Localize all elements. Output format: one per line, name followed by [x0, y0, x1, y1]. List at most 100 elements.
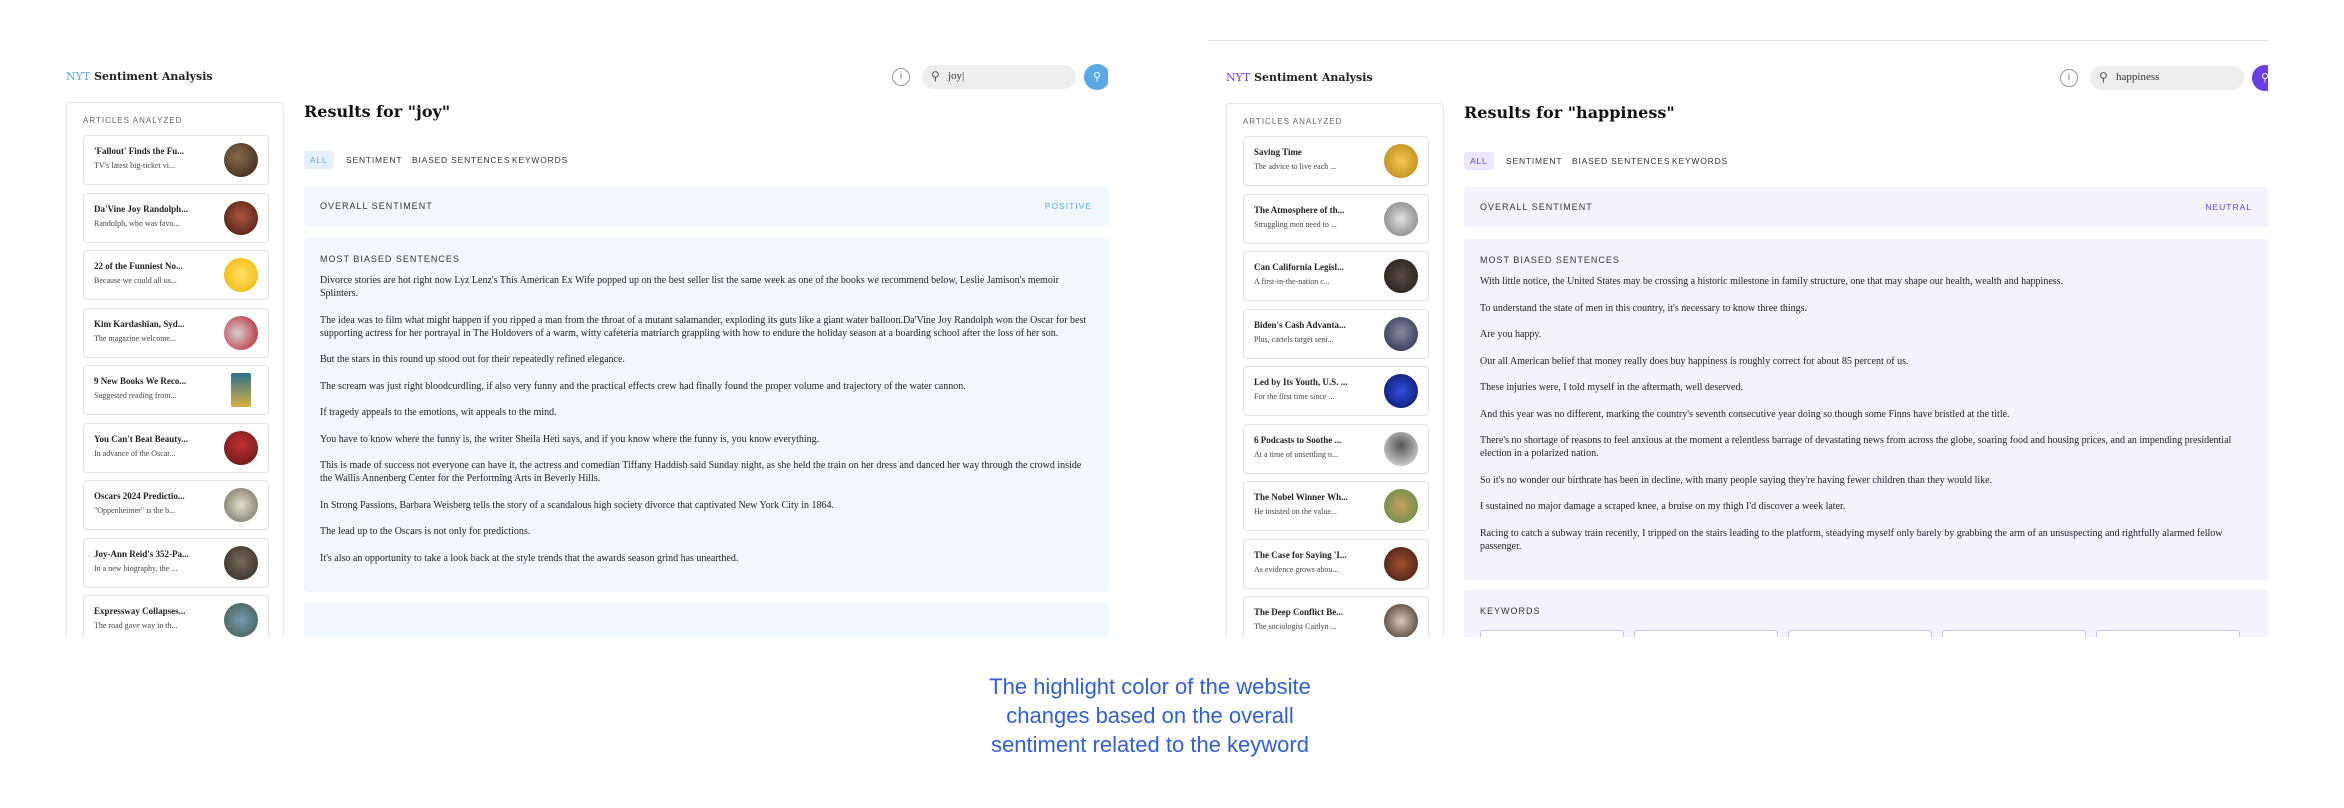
- caption-line: changes based on the overall: [1006, 703, 1294, 728]
- article-card[interactable]: The Atmosphere of th... Struggling men ne…: [1243, 193, 1429, 244]
- article-thumbnail: [1384, 604, 1418, 637]
- search-icon: ⚲: [2099, 70, 2108, 84]
- results-main: Results for "happiness" ALL SENTIMENT BI…: [1464, 103, 2268, 637]
- biased-sentence: I sustained no major damage a scraped kn…: [1480, 501, 1846, 512]
- article-card[interactable]: Expressway Collapses... The road gave way…: [83, 595, 269, 637]
- biased-sentence: Divorce stories are hot right now Lyz Le…: [320, 275, 1059, 299]
- article-card[interactable]: The Deep Conflict Be... The sociologist C…: [1243, 596, 1429, 637]
- search-button[interactable]: ⚲: [1084, 64, 1108, 90]
- tab-sentiment[interactable]: SENTIMENT: [1500, 152, 1568, 170]
- biased-sentence: And this year was no different, marking …: [1480, 408, 2010, 420]
- biased-sentence: The scream was just right bloodcurdling,…: [320, 380, 966, 392]
- sidebar-title: ARTICLES ANALYZED: [1243, 117, 1343, 126]
- article-snippet: The advice to live each ...: [1254, 162, 1337, 171]
- tab-biased-sentences[interactable]: BIASED SENTENCES: [1566, 152, 1676, 170]
- article-title: 22 of the Funniest No...: [94, 261, 183, 271]
- joy-panel: NYT Sentiment Analysis i ⚲ joy| ⚲ ARTICL…: [48, 40, 1108, 637]
- article-card[interactable]: The Nobel Winner Wh... He insisted on the…: [1243, 481, 1429, 531]
- overall-sentiment-box: OVERALL SENTIMENT NEUTRAL: [1464, 187, 2268, 227]
- article-snippet: TV's latest big-ticket vi...: [94, 161, 175, 170]
- article-thumbnail: [1384, 201, 1418, 236]
- caption-line: sentiment related to the keyword: [991, 732, 1309, 757]
- article-card[interactable]: You Can't Beat Beauty... In advance of th…: [83, 422, 269, 473]
- article-snippet: He insisted on the value...: [1254, 507, 1337, 516]
- tab-sentiment[interactable]: SENTIMENT: [340, 151, 408, 169]
- articles-sidebar: ARTICLES ANALYZED Saving Time The advice …: [1226, 103, 1444, 637]
- article-title: Expressway Collapses...: [94, 606, 186, 616]
- article-card[interactable]: 'Fallout' Finds the Fu... TV's latest big…: [83, 135, 269, 185]
- results-title: Results for "joy": [304, 102, 451, 121]
- overall-sentiment-value: NEUTRAL: [2205, 202, 2252, 212]
- keywords-box: [304, 602, 1108, 637]
- header: NYT Sentiment Analysis i ⚲ happiness ⚲: [1226, 63, 2268, 93]
- article-snippet: In advance of the Oscar...: [94, 448, 176, 458]
- article-title: The Nobel Winner Wh...: [1254, 492, 1348, 502]
- article-thumbnail: [224, 258, 258, 292]
- article-card[interactable]: 22 of the Funniest No... Because we could…: [83, 250, 269, 300]
- biased-sentence: Are you happy.: [1480, 329, 1542, 340]
- article-title: The Atmosphere of th...: [1254, 204, 1345, 215]
- article-thumbnail: [1384, 144, 1418, 178]
- search-input[interactable]: ⚲ happiness: [2090, 66, 2244, 90]
- article-snippet: At a time of unsettling n...: [1254, 449, 1338, 459]
- biased-sentences-label: MOST BIASED SENTENCES: [320, 254, 460, 264]
- results-main: Results for "joy" ALL SENTIMENT BIASED S…: [304, 102, 1108, 637]
- keyword-chip[interactable]: [2096, 630, 2240, 637]
- article-thumbnail: [224, 488, 258, 522]
- info-icon[interactable]: i: [892, 68, 910, 86]
- info-icon[interactable]: i: [2060, 69, 2078, 87]
- article-card[interactable]: Can California Legisl... A first-in-the-n…: [1243, 251, 1429, 301]
- keyword-chip[interactable]: [1942, 630, 2086, 637]
- article-thumbnail: [1384, 374, 1418, 408]
- article-card[interactable]: Joy-Ann Reid's 352-Pa... In a new biograp…: [83, 537, 269, 588]
- overall-sentiment-value: POSITIVE: [1044, 201, 1092, 211]
- article-card[interactable]: Da'Vine Joy Randolph... Randolph, who was…: [83, 192, 269, 243]
- brand-logo[interactable]: NYT Sentiment Analysis: [66, 70, 213, 83]
- biased-sentences-label: MOST BIASED SENTENCES: [1480, 255, 1620, 265]
- article-title: Saving Time: [1254, 147, 1302, 157]
- search-icon: ⚲: [931, 69, 940, 83]
- article-thumbnail: [1384, 431, 1418, 466]
- article-thumbnail: [224, 143, 258, 177]
- search-input[interactable]: ⚲ joy|: [922, 65, 1076, 89]
- article-thumbnail: [1384, 546, 1418, 581]
- brand-logo[interactable]: NYT Sentiment Analysis: [1226, 71, 1373, 84]
- keyword-chip[interactable]: [1634, 630, 1778, 637]
- article-card[interactable]: Oscars 2024 Predictio... "Oppenheimer" is…: [83, 480, 269, 530]
- article-card[interactable]: 9 New Books We Reco... Suggested reading …: [83, 365, 269, 415]
- article-card[interactable]: The Case for Saying 'I... As evidence gro…: [1243, 538, 1429, 589]
- article-card[interactable]: 6 Podcasts to Soothe ... At a time of uns…: [1243, 423, 1429, 474]
- article-title: Da'Vine Joy Randolph...: [94, 203, 188, 214]
- article-card[interactable]: Led by Its Youth, U.S. ... For the first …: [1243, 366, 1429, 416]
- biased-sentences-box: MOST BIASED SENTENCES Divorce stories ar…: [304, 238, 1108, 592]
- articles-sidebar: ARTICLES ANALYZED 'Fallout' Finds the Fu…: [66, 102, 284, 637]
- article-snippet: Plus, cartels target seni...: [1254, 334, 1334, 344]
- article-title: Kim Kardashian, Syd...: [94, 318, 185, 329]
- tab-all[interactable]: ALL: [304, 151, 334, 169]
- happiness-panel: NYT Sentiment Analysis i ⚲ happiness ⚲ A…: [1208, 40, 2268, 637]
- article-card[interactable]: Saving Time The advice to live each ...: [1243, 136, 1429, 186]
- article-title: Joy-Ann Reid's 352-Pa...: [94, 548, 189, 559]
- article-card[interactable]: Kim Kardashian, Syd... The magazine welco…: [83, 307, 269, 358]
- article-title: Led by Its Youth, U.S. ...: [1254, 377, 1348, 387]
- article-snippet: As evidence grows abou...: [1254, 564, 1339, 574]
- keyword-chip[interactable]: [1788, 630, 1932, 637]
- biased-sentence: This is made of success not everyone can…: [320, 460, 1082, 484]
- article-snippet: For the first time since ...: [1254, 392, 1335, 401]
- article-snippet: Struggling men need to ...: [1254, 219, 1337, 229]
- brand-name: Sentiment Analysis: [1254, 71, 1373, 84]
- article-title: The Case for Saying 'I...: [1254, 549, 1347, 560]
- tab-keywords[interactable]: KEYWORDS: [506, 151, 574, 169]
- search-value: joy|: [948, 70, 965, 82]
- article-card[interactable]: Biden's Cash Advanta... Plus, cartels tar…: [1243, 308, 1429, 359]
- article-snippet: "Oppenheimer" is the b...: [94, 506, 176, 515]
- biased-sentence: Racing to catch a subway train recently,…: [1480, 527, 2223, 552]
- tab-all[interactable]: ALL: [1464, 152, 1494, 170]
- search-button[interactable]: ⚲: [2252, 65, 2268, 91]
- article-snippet: The sociologist Caitlyn ...: [1254, 622, 1337, 631]
- keyword-chip[interactable]: [1480, 630, 1624, 637]
- biased-sentence: To understand the state of men in this c…: [1480, 302, 1808, 314]
- tab-keywords[interactable]: KEYWORDS: [1666, 152, 1734, 170]
- article-title: You Can't Beat Beauty...: [94, 433, 189, 444]
- tab-biased-sentences[interactable]: BIASED SENTENCES: [406, 151, 516, 169]
